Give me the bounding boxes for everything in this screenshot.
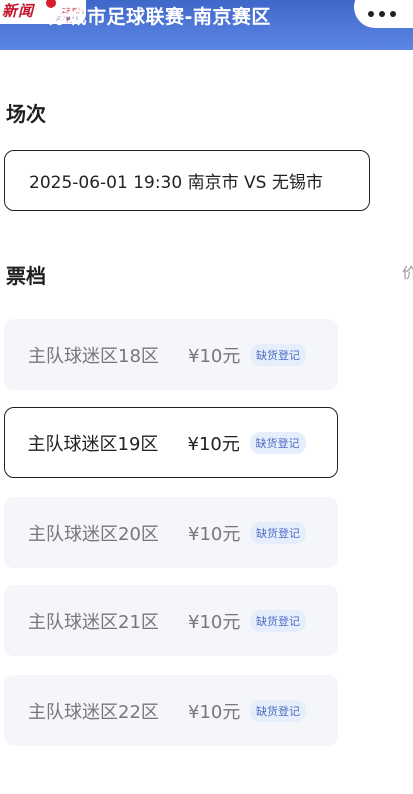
tier-price: ¥10元	[188, 345, 241, 367]
ticket-tier-option[interactable]: 主队球迷区20区 ¥10元 缺货登记	[4, 497, 338, 568]
price-hint-text: 价	[402, 264, 413, 282]
tier-name: 主队球迷区21区	[28, 611, 159, 633]
tier-name: 主队球迷区22区	[28, 701, 159, 723]
match-option[interactable]: 2025-06-01 19:30 南京市 VS 无锡市	[4, 150, 370, 211]
ticket-tier-option[interactable]: 主队球迷区22区 ¥10元 缺货登记	[4, 675, 338, 746]
logo-text: 新闻	[2, 2, 35, 20]
tier-name: 主队球迷区18区	[28, 345, 159, 367]
out-of-stock-register-badge[interactable]: 缺货登记	[249, 431, 306, 454]
tier-name: 主队球迷区20区	[28, 523, 159, 545]
tier-price: ¥10元	[188, 701, 241, 723]
ticket-tier-option[interactable]: 主队球迷区18区 ¥10元 缺货登记	[4, 319, 338, 390]
more-dot-icon	[379, 11, 385, 17]
tier-name: 主队球迷区19区	[27, 433, 159, 455]
page-title: 苏城市足球联赛-南京赛区	[48, 6, 271, 28]
more-dot-icon	[368, 11, 374, 17]
tier-section-title: 票档	[6, 264, 46, 288]
more-menu-button[interactable]	[354, 0, 413, 28]
ticket-tier-option[interactable]: 主队球迷区21区 ¥10元 缺货登记	[4, 585, 338, 656]
ticket-tier-option-selected[interactable]: 主队球迷区19区 ¥10元 缺货登记	[4, 407, 338, 478]
app-header: 新闻 江苏新闻广播 JSTV NEWS 苏城市足球联赛-南京赛区	[0, 0, 413, 50]
out-of-stock-register-badge[interactable]: 缺货登记	[250, 343, 306, 366]
tier-price: ¥10元	[188, 523, 241, 545]
out-of-stock-register-badge[interactable]: 缺货登记	[250, 609, 306, 632]
tier-price: ¥10元	[187, 433, 240, 455]
match-section-title: 场次	[6, 102, 46, 126]
more-dot-icon	[390, 11, 396, 17]
out-of-stock-register-badge[interactable]: 缺货登记	[250, 699, 306, 722]
tier-price: ¥10元	[188, 611, 241, 633]
out-of-stock-register-badge[interactable]: 缺货登记	[250, 521, 306, 544]
